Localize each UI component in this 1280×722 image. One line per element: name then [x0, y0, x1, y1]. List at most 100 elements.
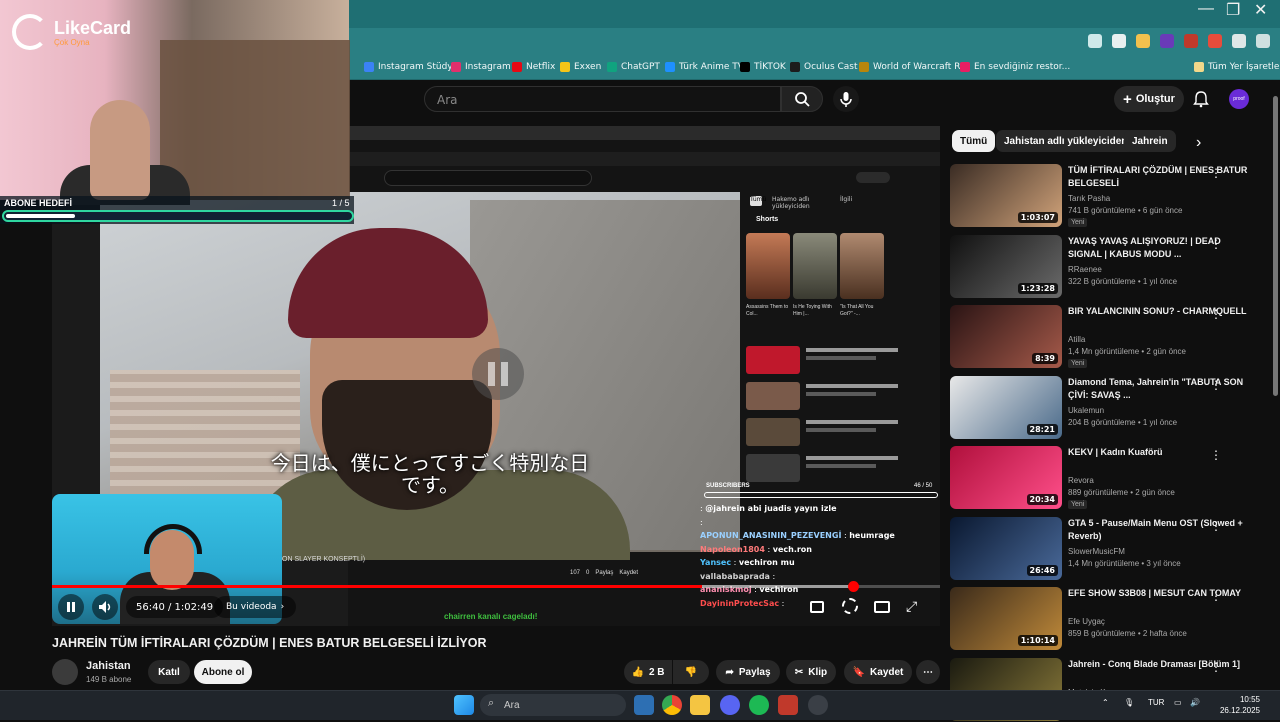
more-vert-icon[interactable]: ⋮: [1210, 166, 1222, 180]
subscribe-button[interactable]: Abone ol: [194, 660, 252, 684]
extension-icon[interactable]: [1184, 34, 1198, 48]
subtitles-icon[interactable]: [810, 601, 824, 613]
chip-jahrein[interactable]: Jahrein: [1124, 130, 1176, 152]
more-vert-icon[interactable]: ⋮: [1210, 237, 1222, 251]
recommendation-item[interactable]: 1:10:14 EFE SHOW S3B08 | MESUT CAN TOMAY E…: [950, 587, 1268, 651]
clip-button[interactable]: ✂ Klip: [786, 660, 836, 684]
minimize-icon[interactable]: —: [1198, 0, 1214, 18]
progress-fill: [52, 585, 702, 588]
search-button[interactable]: [781, 86, 823, 112]
bookmark-item[interactable]: Instagram Stüdyo: [364, 59, 458, 75]
file-explorer-icon[interactable]: [690, 695, 710, 715]
taskbar-clock[interactable]: 10:55 26.12.2025: [1214, 694, 1260, 716]
fullscreen-icon[interactable]: ⤢: [906, 598, 922, 614]
more-vert-icon[interactable]: ⋮: [1210, 378, 1222, 392]
more-vert-icon[interactable]: ⋮: [1210, 519, 1222, 533]
recommendation-thumbnail[interactable]: 28:21: [950, 375, 1062, 439]
bookmark-item[interactable]: Oculus Cast: [790, 59, 858, 75]
chat-message: DayininProtecSac :: [700, 598, 785, 608]
recommendation-thumbnail[interactable]: 1:10:14: [950, 587, 1062, 650]
mic-tray-icon[interactable]: 🎙: [1124, 698, 1134, 707]
puzzle-icon[interactable]: [1232, 34, 1246, 48]
settings-icon[interactable]: [842, 598, 858, 614]
join-button[interactable]: Katıl: [148, 660, 190, 684]
spotify-icon[interactable]: [749, 695, 769, 715]
recommendation-thumbnail[interactable]: 20:34: [950, 446, 1062, 509]
recommendation-item[interactable]: 1:23:28 YAVAŞ YAVAŞ ALIŞIYORUZ! | DEAD SI…: [950, 234, 1268, 299]
chat-username: vallababaprada: [700, 571, 770, 581]
bookmark-item[interactable]: Exxen: [560, 59, 601, 75]
notifications-button[interactable]: [1192, 90, 1210, 108]
more-vert-icon[interactable]: ⋮: [1210, 448, 1222, 462]
miniplayer-icon[interactable]: [874, 601, 890, 613]
recommendation-item[interactable]: 20:34 KEKV | Kadın Kuaförü Revora 889 görün…: [950, 446, 1268, 510]
chevron-up-icon[interactable]: ⌃: [1102, 698, 1109, 707]
network-icon[interactable]: ▭: [1174, 698, 1182, 707]
recommendation-item[interactable]: 1:03:07 TÜM İFTİRALARI ÇÖZDÜM | ENES BATU…: [950, 164, 1268, 228]
save-button[interactable]: 🔖 Kaydet: [844, 660, 912, 684]
speaker-icon[interactable]: 🔊: [1190, 698, 1200, 707]
avatar[interactable]: proof: [1229, 89, 1249, 109]
volume-button[interactable]: [92, 594, 118, 620]
chapter-button[interactable]: Bu videoda ›: [214, 596, 297, 618]
share-button[interactable]: ➦ Paylaş: [716, 660, 780, 684]
chat-username: Yansec: [700, 558, 732, 567]
bookmark-item[interactable]: World of Warcraft R...: [859, 59, 969, 75]
chat-message: Yansec : vechiron mu: [700, 558, 795, 567]
bookmark-item[interactable]: Netflix: [512, 59, 555, 75]
bookmark-item[interactable]: En sevdiğiniz restor...: [960, 59, 1070, 75]
app-icon[interactable]: [808, 695, 828, 715]
more-button[interactable]: ⋯: [916, 660, 940, 684]
bookmark-item[interactable]: ChatGPT: [607, 59, 660, 75]
channel-name[interactable]: Jahistan: [86, 660, 131, 672]
voice-search-button[interactable]: [833, 86, 859, 112]
search-icon: [795, 92, 810, 107]
maximize-icon[interactable]: ❐: [1226, 0, 1240, 20]
taskbar-search[interactable]: ⌕ Ara: [480, 694, 626, 716]
recommendation-item[interactable]: 26:46 GTA 5 - Pause/Main Menu OST (Slowed…: [950, 516, 1268, 581]
windows-start-icon[interactable]: [454, 695, 474, 715]
recommendation-thumbnail[interactable]: 26:46: [950, 516, 1062, 580]
search-input[interactable]: Ara: [424, 86, 781, 112]
pause-button[interactable]: [58, 594, 84, 620]
language-indicator[interactable]: TUR: [1148, 698, 1164, 707]
cast-icon[interactable]: [1088, 34, 1102, 48]
recommendation-item[interactable]: 8:39 BIR YALANCININ SONU? - CHARMQUELL Ati…: [950, 305, 1268, 369]
star-icon[interactable]: [1112, 34, 1126, 48]
chrome-icon[interactable]: [662, 695, 682, 715]
bookmark-all[interactable]: Tüm Yer İşaretleri: [1194, 59, 1280, 75]
recommendation-meta: 1,4 Mn görüntüleme • 3 yıl önce: [1068, 558, 1181, 568]
more-vert-icon[interactable]: ⋮: [1210, 660, 1222, 674]
profile-icon[interactable]: [1256, 34, 1270, 48]
discord-icon[interactable]: [720, 695, 740, 715]
progress-handle[interactable]: [848, 581, 859, 592]
close-icon[interactable]: ✕: [1254, 0, 1267, 20]
scrollbar-thumb[interactable]: [1273, 96, 1278, 396]
dislike-button[interactable]: 👎: [673, 660, 709, 684]
bookmark-favicon-icon: [960, 62, 970, 72]
chevron-right-icon[interactable]: ›: [1196, 134, 1201, 152]
bookmark-item[interactable]: Türk Anime TV: [665, 59, 744, 75]
extension-icon[interactable]: [1136, 34, 1150, 48]
chip-uploader[interactable]: Jahistan adlı yükleyiciden: [996, 130, 1136, 152]
app-icon[interactable]: [778, 695, 798, 715]
bookmark-item[interactable]: Instagram: [451, 59, 511, 75]
recommendation-meta: 741 B görüntüleme • 6 gün önce: [1068, 206, 1183, 215]
bookmark-item[interactable]: TİKTOK: [740, 59, 786, 75]
create-button[interactable]: + Oluştur: [1114, 86, 1184, 112]
channel-avatar[interactable]: [52, 659, 78, 685]
inner-chip: Tümü: [750, 196, 766, 206]
extension-icon[interactable]: [1160, 34, 1174, 48]
extension-icon[interactable]: [1208, 34, 1222, 48]
more-vert-icon[interactable]: ⋮: [1210, 307, 1222, 321]
chip-all[interactable]: Tümü: [952, 130, 996, 152]
taskview-icon[interactable]: [634, 695, 654, 715]
recommendation-thumbnail[interactable]: 1:23:28: [950, 234, 1062, 298]
pause-overlay-icon[interactable]: [472, 348, 524, 400]
recommendation-thumbnail[interactable]: 1:03:07: [950, 164, 1062, 227]
recommendation-item[interactable]: 28:21 Diamond Tema, Jahrein'in "TABUTA SO…: [950, 375, 1268, 440]
recommendation-thumbnail[interactable]: 8:39: [950, 305, 1062, 368]
more-vert-icon[interactable]: ⋮: [1210, 589, 1222, 603]
like-button[interactable]: 👍 2 B: [624, 660, 672, 684]
channel-subscribers: 149 B abone: [86, 675, 132, 684]
